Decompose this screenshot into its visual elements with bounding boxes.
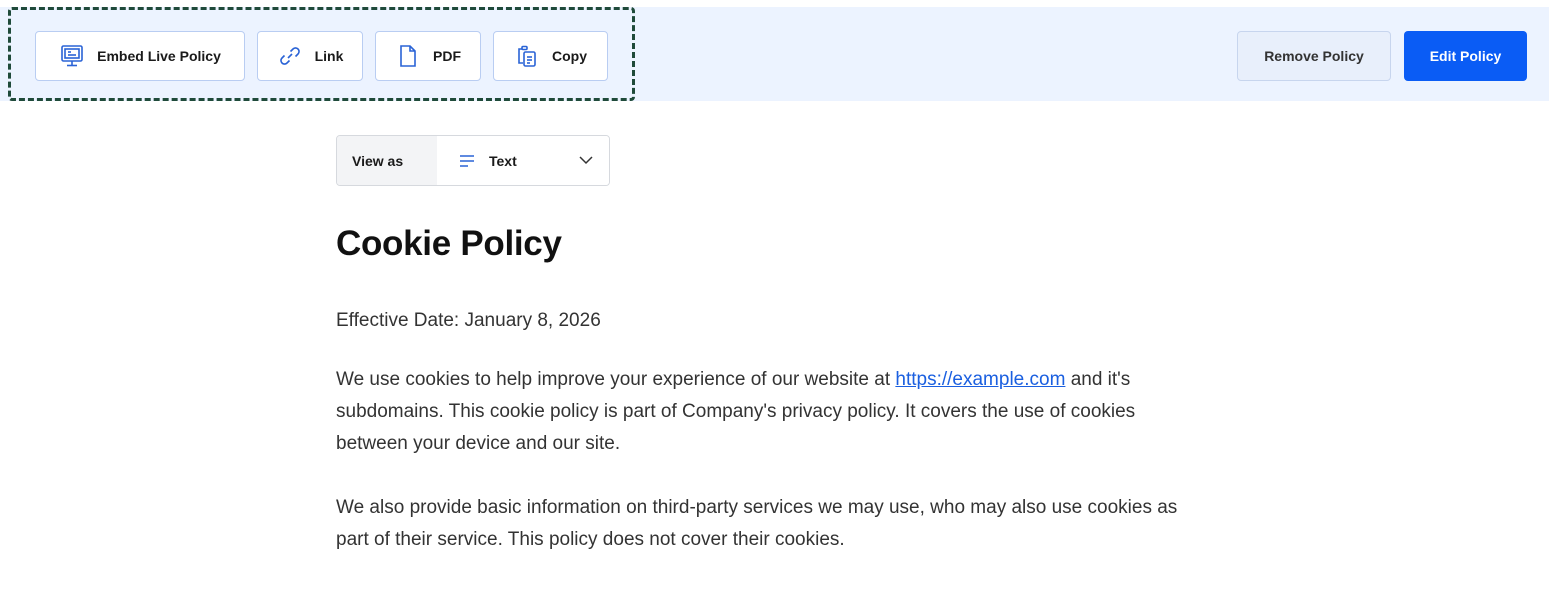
link-label: Link <box>314 48 344 64</box>
copy-clipboard-icon <box>514 43 540 69</box>
copy-label: Copy <box>552 48 587 64</box>
edit-policy-button[interactable]: Edit Policy <box>1404 31 1527 81</box>
website-link[interactable]: https://example.com <box>895 369 1065 390</box>
embed-live-policy-label: Embed Live Policy <box>97 48 221 64</box>
link-button[interactable]: Link <box>257 31 363 81</box>
page-title: Cookie Policy <box>336 224 562 263</box>
view-as-control: View as Text <box>336 135 610 186</box>
remove-policy-button[interactable]: Remove Policy <box>1237 31 1391 81</box>
effective-date: Effective Date: January 8, 2026 <box>336 310 601 331</box>
chevron-down-icon <box>579 156 593 165</box>
pdf-label: PDF <box>433 48 461 64</box>
policy-content: Cookie Policy Effective Date: January 8,… <box>336 224 1216 556</box>
pdf-document-icon <box>395 43 421 69</box>
view-as-selected: Text <box>489 152 517 169</box>
embed-live-policy-button[interactable]: Embed Live Policy <box>35 31 245 81</box>
pdf-button[interactable]: PDF <box>375 31 481 81</box>
copy-button[interactable]: Copy <box>493 31 608 81</box>
policy-paragraph-1: We use cookies to help improve your expe… <box>336 364 1196 460</box>
embed-monitor-icon <box>59 43 85 69</box>
text-lines-icon <box>459 154 475 168</box>
link-icon <box>277 43 303 69</box>
policy-paragraph-2: We also provide basic information on thi… <box>336 497 1178 550</box>
view-as-label: View as <box>337 136 437 185</box>
view-as-dropdown[interactable]: Text <box>437 136 609 185</box>
paragraph-1-text-start: We use cookies to help improve your expe… <box>336 369 896 390</box>
